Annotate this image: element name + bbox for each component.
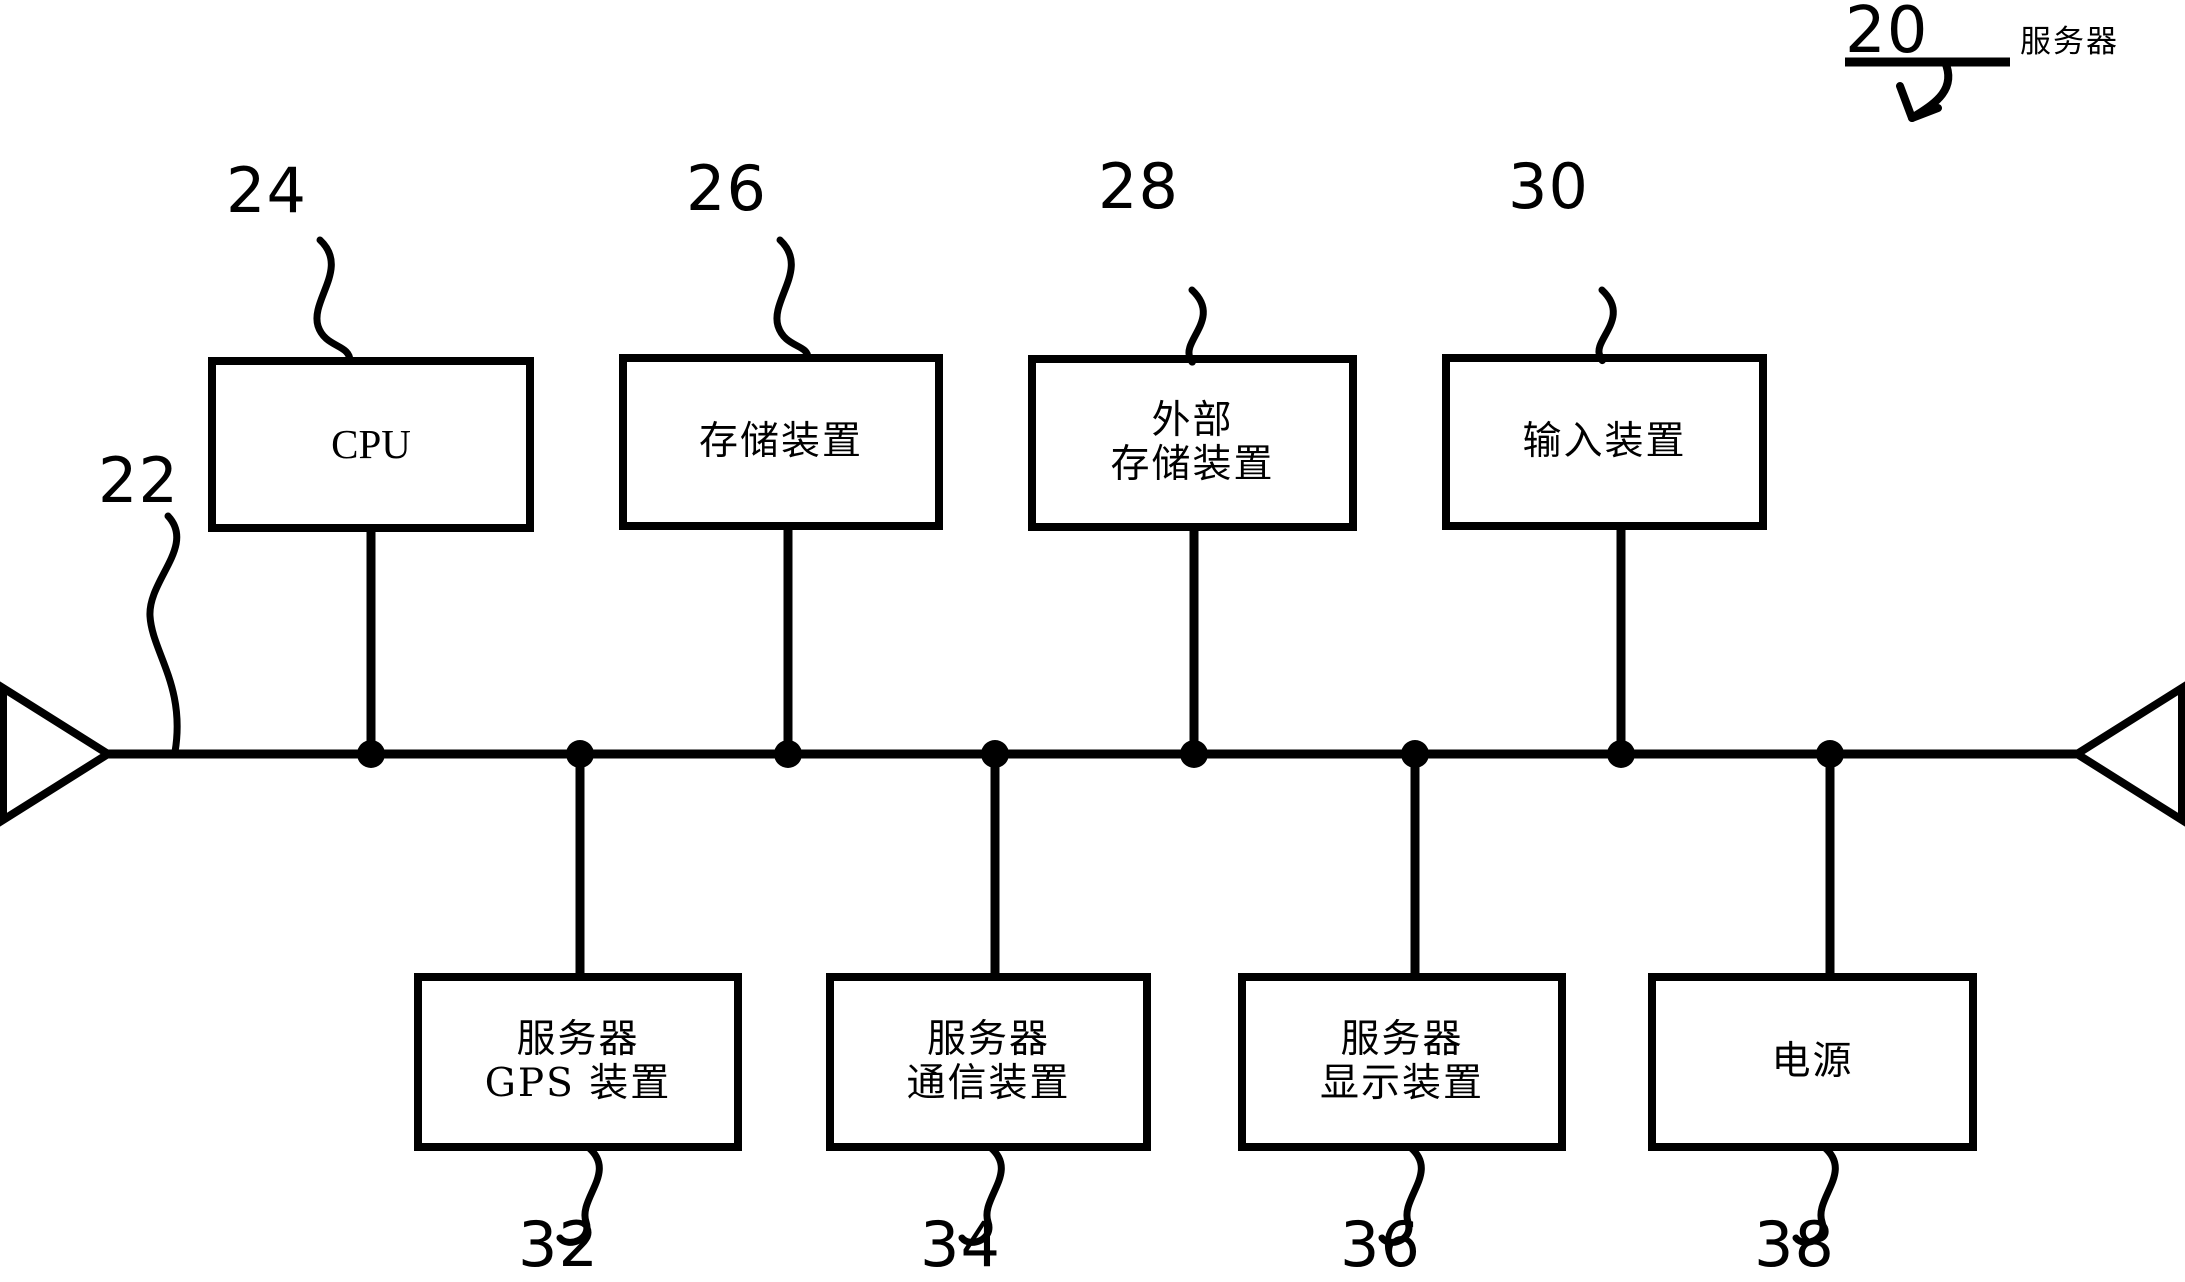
bus-ref-leader [146, 512, 181, 756]
patent-figure-server-block-diagram: 20 服务器 22 CPU 存储装置 外部 存储装置 输入装置 服务器 GPS … [0, 0, 2185, 1282]
bus-junction-dot [774, 740, 802, 768]
upper-ref-leaders [313, 236, 1617, 366]
bus-junction-dot [357, 740, 385, 768]
system-bus-group [0, 512, 2185, 827]
ref-number-22: 22 [98, 444, 179, 517]
ref-leader-28 [1185, 286, 1207, 366]
bus-junction-dot [1180, 740, 1208, 768]
ref-number-38: 38 [1754, 1208, 1835, 1281]
block-storage-device [619, 354, 943, 530]
bus-junction-dot [981, 740, 1009, 768]
block-cpu [208, 357, 534, 532]
bus-left-arrowhead [0, 681, 116, 827]
bus-junction-dot [1607, 740, 1635, 768]
ref-number-30: 30 [1508, 150, 1589, 223]
block-server-comm-device [826, 973, 1151, 1151]
ref-leader-26 [773, 236, 812, 362]
ref-leader-30 [1595, 286, 1617, 364]
figure-ref-20-marker [1845, 57, 2010, 122]
ref-number-36: 36 [1340, 1208, 1421, 1281]
upper-connectors [357, 526, 1635, 768]
bus-right-arrowhead [2069, 681, 2185, 827]
ref-number-28: 28 [1098, 150, 1179, 223]
figure-ref-number-20: 20 [1845, 0, 1929, 68]
ref-number-32: 32 [518, 1208, 599, 1281]
bus-junction-dot [1816, 740, 1844, 768]
block-input-device [1442, 354, 1767, 530]
lower-blocks [414, 973, 1977, 1151]
diagram-canvas [0, 57, 2185, 1246]
bus-junction-dot [1401, 740, 1429, 768]
block-server-display-device [1238, 973, 1566, 1151]
lower-ref-leaders [556, 1143, 1839, 1246]
block-external-storage-device [1028, 355, 1357, 531]
ref-number-26: 26 [686, 152, 767, 225]
block-server-gps-device [414, 973, 742, 1151]
figure-title-label: 服务器 [2020, 24, 2119, 60]
lower-connectors [566, 740, 1844, 977]
bus-junction-dot [566, 740, 594, 768]
block-power-supply [1648, 973, 1977, 1151]
ref-leader-24 [313, 236, 354, 365]
upper-blocks [208, 354, 1767, 532]
ref-number-24: 24 [226, 154, 307, 227]
ref-number-34: 34 [920, 1208, 1001, 1281]
